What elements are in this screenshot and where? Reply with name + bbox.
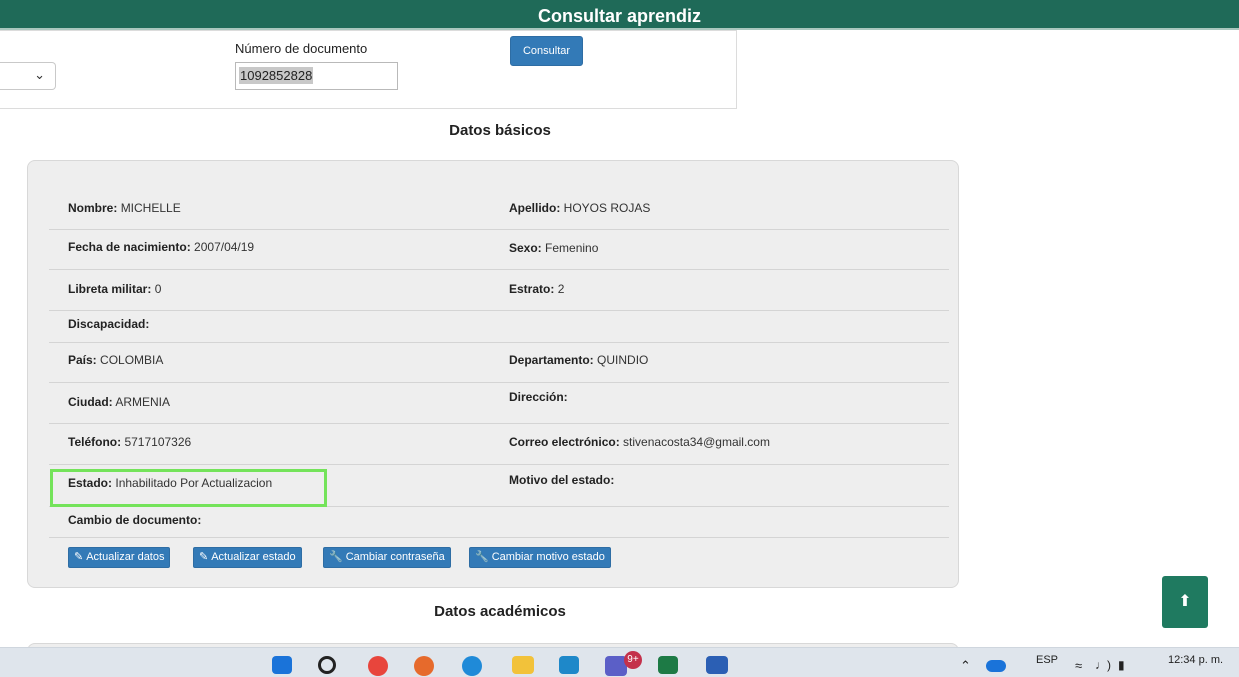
clock-time[interactable]: 12:34 p. m. (1168, 654, 1223, 666)
field-ciudad: Ciudad: ARMENIA (68, 395, 170, 409)
scroll-to-top-button[interactable]: ⬆ (1162, 576, 1208, 628)
arrow-up-circle-icon: ⬆ (1178, 593, 1192, 610)
field-label: Estrato: (509, 282, 555, 296)
cambiar-contrasena-button[interactable]: 🔧 Cambiar contraseña (323, 547, 451, 568)
word-icon[interactable] (706, 656, 728, 674)
field-label: Ciudad: (68, 395, 113, 409)
field-value: 5717107326 (124, 435, 192, 449)
field-value: 2007/04/19 (194, 240, 255, 254)
field-value: QUINDIO (597, 353, 649, 367)
button-label: Actualizar estado (211, 551, 296, 563)
field-sexo: Sexo: Femenino (509, 241, 598, 255)
academic-data-title: Datos académicos (434, 603, 566, 620)
doc-number-input[interactable]: 1092852828 (235, 62, 398, 90)
edit-icon: ✎ (199, 551, 209, 563)
field-label: Libreta militar: (68, 282, 152, 296)
field-label: Cambio de documento: (68, 513, 202, 527)
field-motivo-estado: Motivo del estado: (509, 473, 614, 487)
row-divider (49, 382, 949, 383)
field-pais: País: COLOMBIA (68, 353, 163, 367)
field-value: MICHELLE (120, 201, 181, 215)
field-telefono: Teléfono: 5717107326 (68, 435, 191, 449)
row-divider (49, 310, 949, 311)
field-label: Motivo del estado: (509, 473, 615, 487)
battery-icon[interactable]: ▮ (1118, 658, 1125, 672)
document-type-select[interactable]: ⌄ (0, 62, 56, 90)
field-nombre: Nombre: MICHELLE (68, 201, 181, 215)
onedrive-icon[interactable] (986, 660, 1006, 672)
field-value: HOYOS ROJAS (563, 201, 651, 215)
file-explorer-icon[interactable] (512, 656, 534, 674)
field-label: Teléfono: (68, 435, 122, 449)
wrench-icon: 🔧 (329, 551, 343, 563)
button-label: Actualizar datos (86, 551, 165, 563)
field-value: 0 (154, 282, 162, 296)
search-icon[interactable] (318, 656, 336, 674)
wrench-icon: 🔧 (475, 551, 489, 563)
field-correo: Correo electrónico: stivenacosta34@gmail… (509, 435, 770, 449)
field-label: Correo electrónico: (509, 435, 620, 449)
field-value: 2 (557, 282, 565, 296)
row-divider (49, 423, 949, 424)
basic-data-title: Datos básicos (449, 122, 551, 139)
row-divider (49, 537, 949, 538)
page-header: Consultar aprendiz (0, 0, 1239, 30)
actualizar-datos-button[interactable]: ✎ Actualizar datos (68, 547, 171, 568)
chevron-up-icon[interactable]: ⌃ (960, 658, 971, 674)
field-fecha-nacimiento: Fecha de nacimiento: 2007/04/19 (68, 240, 254, 254)
field-label: Nombre: (68, 201, 118, 215)
cambiar-motivo-estado-button[interactable]: 🔧 Cambiar motivo estado (469, 547, 611, 568)
excel-icon[interactable] (658, 656, 678, 674)
notification-badge: 9+ (624, 651, 642, 669)
field-estrato: Estrato: 2 (509, 282, 564, 296)
field-cambio-documento: Cambio de documento: (68, 513, 201, 527)
field-label: Dirección: (509, 390, 568, 404)
row-divider (49, 464, 949, 465)
field-libreta-militar: Libreta militar: 0 (68, 282, 161, 296)
doc-number-value: 1092852828 (239, 67, 314, 84)
field-label: Fecha de nacimiento: (68, 240, 191, 254)
field-label: Discapacidad: (68, 317, 150, 331)
button-label: Cambiar motivo estado (491, 551, 605, 563)
field-departamento: Departamento: QUINDIO (509, 353, 648, 367)
volume-icon[interactable]: ♩) (1095, 658, 1111, 672)
actualizar-estado-button[interactable]: ✎ Actualizar estado (193, 547, 302, 568)
chrome-icon[interactable] (368, 656, 388, 676)
field-label: Departamento: (509, 353, 594, 367)
language-indicator[interactable]: ESP (1036, 654, 1058, 666)
doc-number-label: Número de documento (235, 41, 368, 56)
estado-highlight-box (50, 469, 327, 507)
snipping-tool-icon[interactable] (559, 656, 579, 674)
windows-start-icon[interactable] (272, 656, 292, 674)
consultar-button[interactable]: Consultar (510, 36, 583, 66)
edge-icon[interactable] (462, 656, 482, 676)
chevron-down-icon: ⌄ (34, 67, 45, 82)
button-label: Cambiar contraseña (345, 551, 445, 563)
field-direccion: Dirección: (509, 390, 568, 404)
field-value: COLOMBIA (100, 353, 164, 367)
field-value: stivenacosta34@gmail.com (623, 435, 770, 449)
field-label: País: (68, 353, 97, 367)
field-label: Sexo: (509, 241, 542, 255)
page-title: Consultar aprendiz (537, 6, 702, 26)
firefox-icon[interactable] (414, 656, 434, 676)
field-value: Femenino (545, 241, 599, 255)
field-discapacidad: Discapacidad: (68, 317, 149, 331)
field-apellido: Apellido: HOYOS ROJAS (509, 201, 650, 215)
row-divider (49, 229, 949, 230)
field-label: Apellido: (509, 201, 561, 215)
edit-icon: ✎ (74, 551, 84, 563)
row-divider (49, 269, 949, 270)
field-value: ARMENIA (115, 395, 171, 409)
wifi-icon[interactable]: ≈ (1075, 658, 1082, 673)
row-divider (49, 342, 949, 343)
